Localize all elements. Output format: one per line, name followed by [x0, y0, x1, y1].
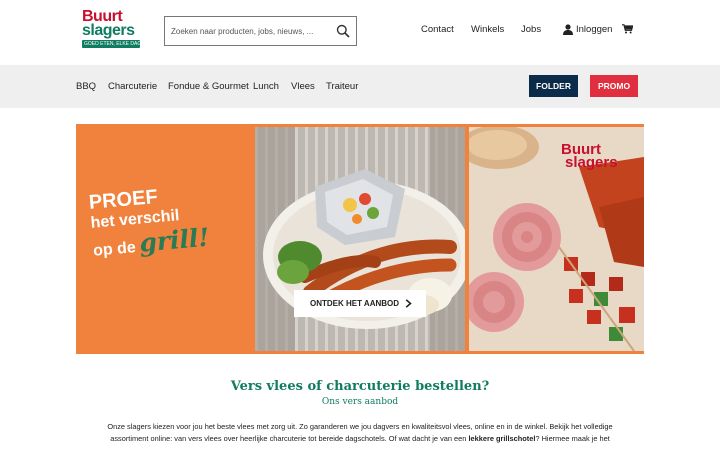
chevron-right-icon [405, 299, 412, 308]
nav-login[interactable]: Inloggen [576, 24, 612, 35]
category-traiteur[interactable]: Traiteur [326, 81, 358, 92]
category-lunch[interactable]: Lunch [253, 81, 279, 92]
hero-line3: op de [92, 239, 137, 260]
photo-logo-line2: slagers [565, 154, 618, 171]
hero-highlight: grill! [138, 222, 211, 258]
search-box [164, 16, 357, 46]
hero-banner[interactable]: PROEF het verschil op degrill! Buurt sla… [76, 124, 644, 354]
nav-contact[interactable]: Contact [421, 24, 454, 35]
intro-title: Vers vlees of charcuterie bestellen? [230, 379, 490, 394]
buurtslagers-logo[interactable]: Buurt slagers GOED ETEN, ELKE DAG [82, 9, 144, 50]
hero-headline: PROEF het verschil op degrill! [88, 182, 210, 262]
discover-offer-button[interactable]: ONTDEK HET AANBOD [294, 290, 426, 317]
search-input[interactable] [165, 17, 330, 45]
intro-body-text-2: ? Hiermee maak je het [535, 434, 610, 443]
cart-icon[interactable] [622, 24, 633, 34]
category-charcuterie[interactable]: Charcuterie [108, 81, 157, 92]
promo-button[interactable]: PROMO [590, 75, 638, 97]
nav-stores[interactable]: Winkels [471, 24, 504, 35]
search-icon[interactable] [336, 24, 350, 38]
hero-photo-grill-plate [255, 127, 465, 351]
logo-line2: slagers [82, 22, 135, 39]
intro-subtitle: Ons vers aanbod [321, 397, 399, 407]
discover-offer-label: ONTDEK HET AANBOD [310, 299, 400, 308]
folder-button[interactable]: FOLDER [529, 75, 578, 97]
bbq-meats-illustration [469, 127, 644, 351]
category-bbq[interactable]: BBQ [76, 81, 96, 92]
user-icon[interactable] [563, 24, 573, 35]
hero-photo-bbq-meats: Buurt slagers [469, 127, 644, 351]
grill-platter-link[interactable]: lekkere grillschotel [468, 434, 535, 443]
category-vlees[interactable]: Vlees [291, 81, 315, 92]
logo-tagline: GOED ETEN, ELKE DAG [82, 40, 140, 48]
site-header: Buurt slagers GOED ETEN, ELKE DAG Contac… [0, 0, 720, 65]
photo-logo: Buurt slagers [561, 142, 618, 171]
nav-jobs[interactable]: Jobs [521, 24, 541, 35]
category-fondue-gourmet[interactable]: Fondue & Gourmet [168, 81, 249, 92]
category-bar: BBQ Charcuterie Fondue & Gourmet Lunch V… [0, 65, 720, 108]
grill-plate-illustration [255, 127, 465, 351]
intro-body: Onze slagers kiezen voor jou het beste v… [92, 421, 628, 445]
